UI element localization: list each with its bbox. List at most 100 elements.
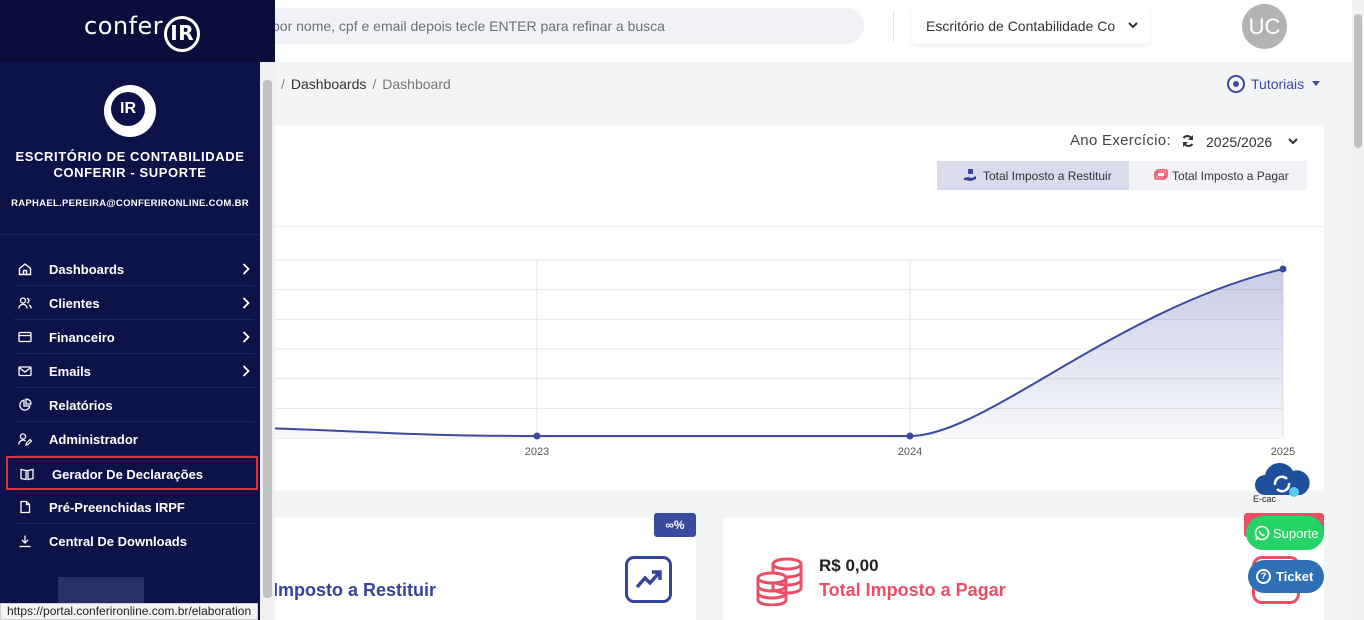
card-divider <box>260 226 1324 227</box>
whatsapp-icon <box>1254 525 1270 541</box>
users-icon <box>18 297 32 309</box>
target-icon <box>1227 75 1245 93</box>
data-point <box>1279 265 1287 273</box>
organization-name: ESCRITÓRIO DE CONTABILIDADE CONFERIR - S… <box>15 149 245 180</box>
chevron-down-icon <box>1128 22 1138 29</box>
card-title-pagar: Total Imposto a Pagar <box>819 580 1006 600</box>
sidebar-item-label: Clientes <box>49 296 100 311</box>
sidebar-menu: Dashboards Clientes Financeiro Emails Re… <box>0 252 260 558</box>
ecac-label: E-cac <box>1253 494 1277 504</box>
file-icon <box>20 500 31 514</box>
organization-logo: IR <box>104 85 156 137</box>
sidebar-divider <box>0 234 260 235</box>
x-tick-label: 2023 <box>525 446 549 458</box>
tutorials-dropdown[interactable]: Tutoriais <box>1227 75 1321 93</box>
search-input[interactable]: por nome, cpf e email depois tecle ENTER… <box>250 8 864 44</box>
chevron-down-icon <box>1288 138 1298 145</box>
area-chart: 2023 2024 2025 <box>260 259 1295 458</box>
data-point <box>533 432 541 440</box>
sidebar-item-financeiro[interactable]: Financeiro <box>14 320 254 354</box>
sidebar-item-relatorios[interactable]: Relatórios <box>14 388 254 422</box>
office-select-value: Escritório de Contabilidade Co <box>926 18 1116 34</box>
tab-label: Total Imposto a Restituir <box>983 169 1112 183</box>
chevron-right-icon <box>242 365 250 377</box>
refresh-icon <box>1182 135 1194 147</box>
sidebar-item-label: Administrador <box>49 432 138 447</box>
question-icon: ? <box>1256 569 1271 584</box>
breadcrumb-item-dashboards[interactable]: Dashboards <box>291 76 367 92</box>
tutorials-label: Tutoriais <box>1251 76 1305 92</box>
percent-badge: ∞% <box>654 513 696 537</box>
series-area <box>260 269 1283 437</box>
organization-email: RAPHAEL.PEREIRA@CONFERIRONLINE.COM.BR <box>11 198 249 209</box>
tab-total-pagar[interactable]: Total Imposto a Pagar <box>1129 161 1307 190</box>
office-select[interactable]: Escritório de Contabilidade Co <box>912 8 1150 44</box>
sidebar-item-central-downloads[interactable]: Central De Downloads <box>14 524 254 558</box>
exercise-select[interactable]: 2025/2026 <box>1178 130 1306 154</box>
top-bar-divider <box>893 10 894 42</box>
breadcrumb: / Dashboards / Dashboard <box>275 76 451 92</box>
breadcrumb-separator: / <box>281 76 285 92</box>
card-title-restituir: Total Imposto a Restituir <box>266 580 436 601</box>
brand-text: confer IR <box>84 12 201 52</box>
brand-wordmark: confer <box>84 12 164 40</box>
brand-logo[interactable]: confer IR <box>0 0 275 62</box>
data-point <box>906 432 914 440</box>
search-placeholder: por nome, cpf e email depois tecle ENTER… <box>272 18 665 34</box>
ecac-button[interactable]: E-cac <box>1251 459 1313 507</box>
brand-mark: IR <box>164 16 201 52</box>
sidebar-item-emails[interactable]: Emails <box>14 354 254 388</box>
card-total-pagar <box>723 517 1324 620</box>
ticket-button[interactable]: ? Ticket <box>1248 560 1324 593</box>
sidebar-item-label: Dashboards <box>49 262 125 277</box>
exercise-label: Ano Exercício: <box>1070 132 1171 149</box>
ticket-label: Ticket <box>1276 569 1314 584</box>
caret-down-icon <box>1312 81 1321 86</box>
sidebar-item-label: Emails <box>49 364 91 379</box>
sidebar-item-clientes[interactable]: Clientes <box>14 286 254 320</box>
sidebar-item-label: Relatórios <box>49 398 113 413</box>
partner-logo <box>58 577 144 603</box>
book-icon <box>20 468 34 481</box>
hand-money-icon <box>964 169 976 181</box>
sidebar-item-dashboards[interactable]: Dashboards <box>14 252 254 286</box>
sidebar-item-gerador-declaracoes[interactable]: Gerador De Declarações <box>6 456 258 490</box>
chevron-right-icon <box>242 297 250 309</box>
sidebar-item-pre-preenchidas[interactable]: Pré-Preenchidas IRPF <box>14 490 254 524</box>
mail-icon <box>18 366 32 377</box>
card-amount-pagar: R$ 0,00 <box>819 556 879 575</box>
tab-label: Total Imposto a Pagar <box>1172 169 1289 183</box>
credit-card-icon <box>18 331 32 343</box>
breadcrumb-item-dashboard: Dashboard <box>382 76 451 92</box>
breadcrumb-separator: / <box>372 76 377 92</box>
pie-chart-icon <box>19 398 32 411</box>
status-bar-url: https://portal.conferironline.com.br/ela… <box>0 603 259 620</box>
exercise-select-value: 2025/2026 <box>1206 134 1273 150</box>
sidebar-item-administrador[interactable]: Administrador <box>14 422 254 456</box>
download-icon <box>19 535 31 548</box>
whatsapp-support-button[interactable]: Suporte <box>1246 516 1324 550</box>
sidebar-scrollbar-thumb[interactable] <box>263 80 272 598</box>
whatsapp-label: Suporte <box>1273 526 1319 541</box>
sidebar-item-label: Central De Downloads <box>49 534 187 549</box>
sidebar: confer IR IR ESCRITÓRIO DE CONTABILIDADE … <box>0 0 275 620</box>
sidebar-item-label: Pré-Preenchidas IRPF <box>49 500 185 515</box>
sidebar-item-label: Financeiro <box>49 330 115 345</box>
tab-total-restituir[interactable]: Total Imposto a Restituir <box>937 161 1129 190</box>
sidebar-item-label: Gerador De Declarações <box>52 467 204 482</box>
chevron-right-icon <box>242 263 250 275</box>
x-tick-label: 2025 <box>1271 446 1295 458</box>
user-edit-icon <box>18 433 32 446</box>
page-scrollbar[interactable] <box>1352 0 1364 620</box>
sidebar-scrollbar[interactable] <box>260 62 275 620</box>
organization-logo-mark: IR <box>111 92 145 126</box>
chevron-right-icon <box>242 331 250 343</box>
x-tick-label: 2024 <box>898 446 922 458</box>
page-scrollbar-thumb[interactable] <box>1354 14 1362 148</box>
trend-up-icon <box>625 556 672 603</box>
money-bills-icon <box>1154 169 1168 180</box>
coins-icon <box>756 557 803 606</box>
avatar[interactable]: UC <box>1242 4 1287 49</box>
card-title-restituir-text: Total Imposto a Restituir <box>266 580 436 600</box>
home-icon <box>18 263 32 276</box>
